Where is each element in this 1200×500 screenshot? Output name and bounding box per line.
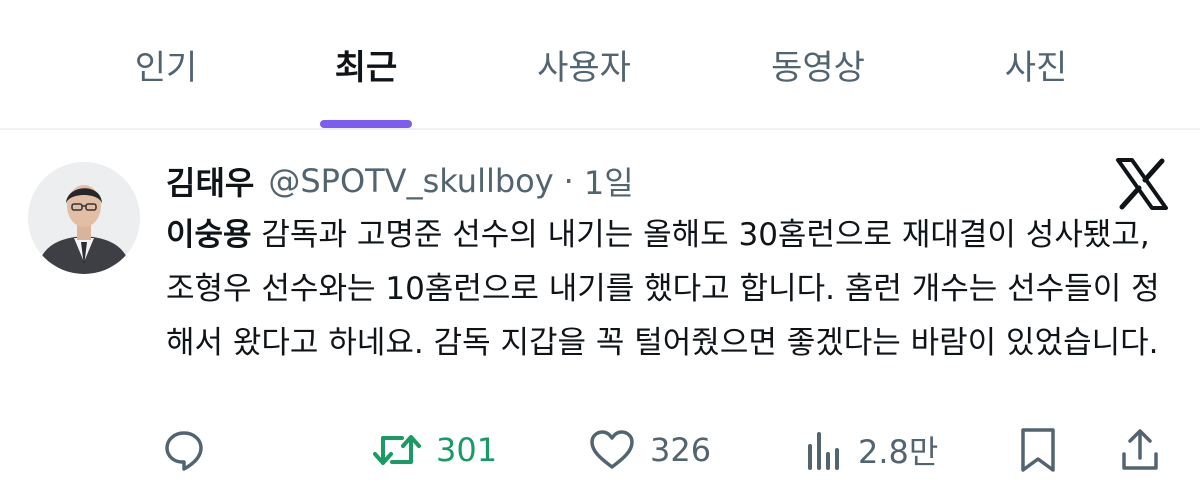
views-icon [804, 428, 844, 472]
retweet-button[interactable]: 301 [372, 420, 497, 480]
post[interactable]: 김태우 @SPOTV_skullboy · 1일 이숭용 감독과 고명준 선수의… [0, 130, 1200, 500]
mention[interactable]: 이숭용 [166, 217, 252, 253]
tab-videos[interactable]: 동영상 [718, 0, 918, 128]
reply-button[interactable] [162, 420, 206, 480]
retweet-icon [372, 428, 422, 472]
x-logo-icon [1114, 158, 1170, 210]
share-icon [1118, 426, 1162, 474]
author-name[interactable]: 김태우 [166, 158, 254, 204]
avatar[interactable] [28, 162, 140, 274]
bookmark-button[interactable] [1016, 420, 1060, 480]
post-actions: 301 326 2.8만 [0, 420, 1200, 480]
tab-photos[interactable]: 사진 [936, 0, 1136, 128]
views-button[interactable]: 2.8만 [804, 420, 938, 480]
post-text: 이숭용 감독과 고명준 선수의 내기는 올해도 30홈런으로 재대결이 성사됐고… [166, 208, 1176, 370]
active-tab-indicator [320, 120, 412, 128]
tab-label: 동영상 [771, 47, 865, 88]
like-count: 326 [650, 431, 712, 469]
tab-label: 사진 [1004, 47, 1068, 88]
tab-recent[interactable]: 최근 [266, 0, 466, 128]
tab-users[interactable]: 사용자 [484, 0, 684, 128]
heart-icon [588, 428, 636, 472]
author-handle[interactable]: @SPOTV_skullboy [268, 162, 553, 200]
bookmark-icon [1016, 426, 1060, 474]
tab-popular[interactable]: 인기 [66, 0, 266, 128]
separator-dot: · [563, 162, 574, 200]
tab-label: 사용자 [537, 47, 631, 88]
post-body: 감독과 고명준 선수의 내기는 올해도 30홈런으로 재대결이 성사됐고, 조형… [166, 217, 1160, 361]
tab-label: 최근 [334, 47, 398, 88]
retweet-count: 301 [436, 431, 498, 469]
share-button[interactable] [1118, 420, 1162, 480]
views-count: 2.8만 [858, 433, 939, 471]
tab-label: 인기 [134, 47, 198, 88]
like-button[interactable]: 326 [588, 420, 711, 480]
search-tabs: 인기 최근 사용자 동영상 사진 [0, 0, 1200, 130]
reply-icon [162, 428, 206, 472]
post-time[interactable]: 1일 [584, 158, 634, 204]
post-header: 김태우 @SPOTV_skullboy · 1일 [166, 158, 634, 204]
